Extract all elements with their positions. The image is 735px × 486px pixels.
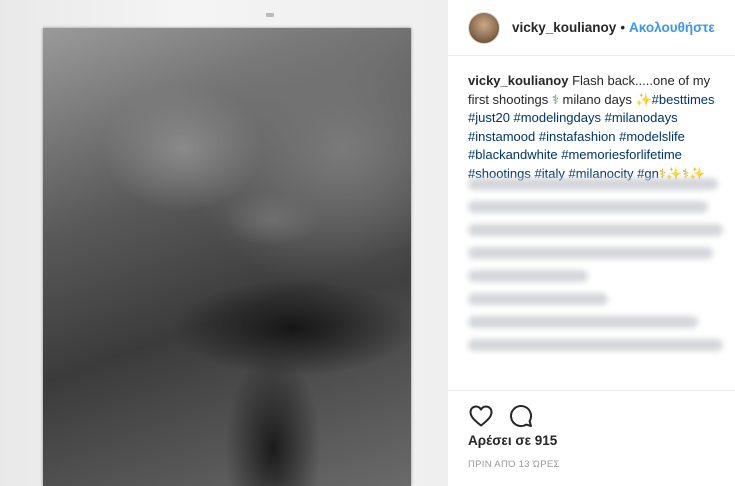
post-timestamp[interactable]: ΠΡΙΝ ΑΠΌ 13 ΏΡΕΣ bbox=[468, 459, 560, 470]
blurred-comment-line bbox=[468, 201, 708, 213]
caption-username[interactable]: vicky_koulianoy bbox=[468, 73, 568, 88]
hashtag-link[interactable]: #instafashion bbox=[539, 129, 616, 144]
blurred-comment-line bbox=[468, 339, 723, 351]
blurred-comment-line bbox=[468, 224, 723, 236]
heart-outline-icon[interactable] bbox=[468, 403, 494, 429]
caption-emoji-1: ⚕ bbox=[551, 91, 559, 107]
hashtag-link[interactable]: #milanodays bbox=[605, 110, 678, 125]
blurred-comment-line bbox=[468, 247, 713, 259]
header-text: vicky_koulianoy • Ακολουθήστε bbox=[512, 20, 715, 35]
follow-button[interactable]: Ακολουθήστε bbox=[629, 20, 715, 35]
blurred-comment-line bbox=[468, 293, 608, 305]
photo-pin bbox=[266, 13, 274, 17]
hashtag-link[interactable]: #memoriesforlifetime bbox=[561, 147, 682, 162]
caption-text-2: milano days bbox=[562, 91, 636, 107]
action-icons bbox=[468, 403, 534, 429]
header-separator: • bbox=[620, 20, 626, 35]
post-actions: Αρέσει σε 915 ΠΡΙΝ ΑΠΌ 13 ΏΡΕΣ bbox=[448, 390, 735, 486]
avatar[interactable] bbox=[468, 11, 500, 44]
header-username[interactable]: vicky_koulianoy bbox=[512, 20, 616, 35]
post-header: vicky_koulianoy • Ακολουθήστε bbox=[448, 0, 735, 56]
hashtag-link[interactable]: #instamood bbox=[468, 129, 535, 144]
comment-bubble-icon[interactable] bbox=[508, 403, 534, 429]
blurred-comment-line bbox=[468, 316, 698, 328]
hashtag-link[interactable]: #besttimes bbox=[652, 92, 715, 107]
instagram-post: vicky_koulianoy • Ακολουθήστε vicky_koulia… bbox=[0, 0, 735, 486]
post-side-panel: vicky_koulianoy • Ακολουθήστε vicky_koulia… bbox=[447, 0, 735, 486]
like-count[interactable]: Αρέσει σε 915 bbox=[468, 433, 557, 448]
black-and-white-photo-print bbox=[43, 28, 411, 486]
post-caption: vicky_koulianoy Flash back.....one of my… bbox=[468, 72, 730, 183]
blurred-comments bbox=[468, 178, 730, 362]
hashtag-link[interactable]: #modelslife bbox=[619, 129, 685, 144]
hashtag-link[interactable]: #modelingdays bbox=[514, 110, 601, 125]
blurred-comment-line bbox=[468, 270, 588, 282]
post-photo[interactable] bbox=[0, 0, 447, 486]
hashtag-link[interactable]: #just20 bbox=[468, 110, 510, 125]
hashtag-link[interactable]: #blackandwhite bbox=[468, 147, 558, 162]
caption-emoji-2: ✨ bbox=[635, 91, 652, 107]
blurred-comment-line bbox=[468, 178, 718, 190]
